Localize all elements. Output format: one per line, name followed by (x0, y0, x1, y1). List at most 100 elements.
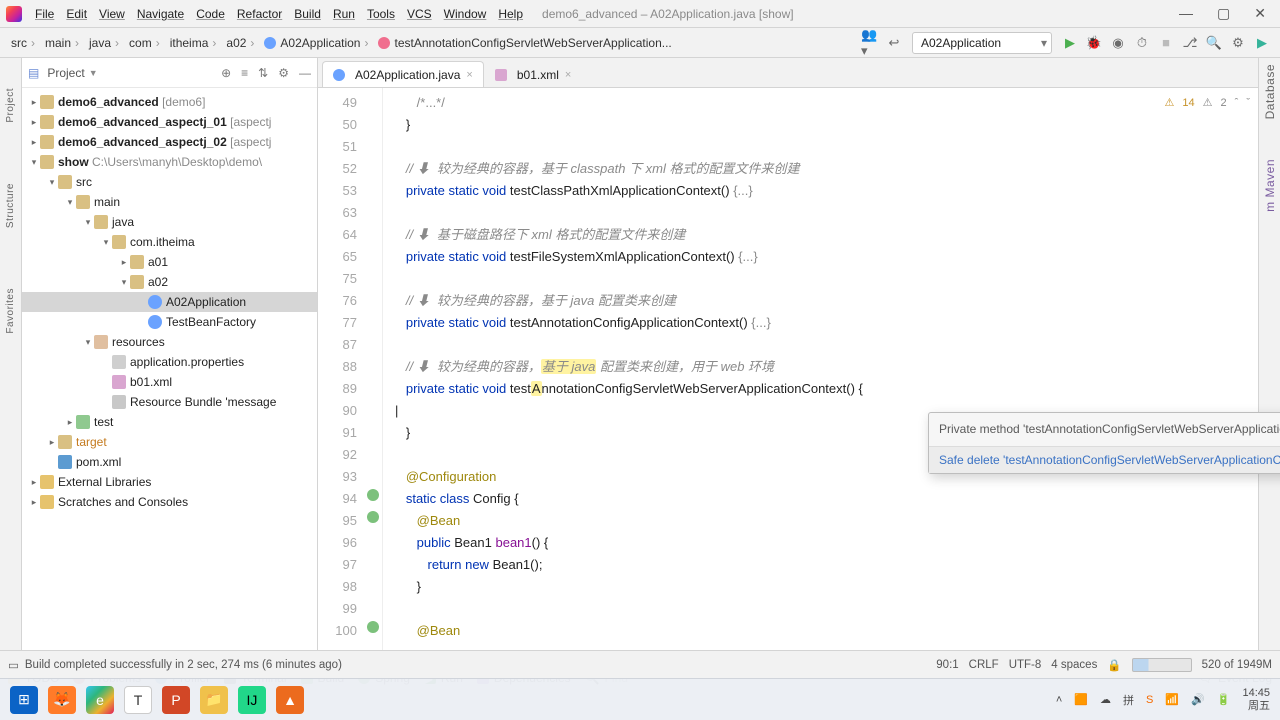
back-icon[interactable]: ↩ (885, 34, 903, 52)
locate-icon[interactable]: ⊕ (221, 66, 231, 80)
menu-help[interactable]: Help (493, 5, 528, 23)
prev-highlight-icon[interactable]: ˆ (1235, 97, 1239, 109)
coverage-icon[interactable]: ◉ (1109, 34, 1127, 52)
vlc-icon[interactable]: ▲ (276, 686, 304, 714)
line-separator[interactable]: CRLF (969, 659, 999, 671)
database-tool-icon[interactable]: Database (1263, 64, 1277, 119)
tree-item[interactable]: ▸target (22, 432, 317, 452)
tray-chevron-icon[interactable]: ˄ (1056, 694, 1062, 706)
menu-file[interactable]: File (30, 5, 59, 23)
menu-window[interactable]: Window (439, 5, 492, 23)
tray-ime-icon[interactable]: 拼 (1123, 692, 1134, 708)
close-tab-icon[interactable]: × (565, 69, 571, 81)
file-encoding[interactable]: UTF-8 (1009, 659, 1042, 671)
explorer-icon[interactable]: 📁 (200, 686, 228, 714)
tree-item[interactable]: Resource Bundle 'message (22, 392, 317, 412)
breadcrumb[interactable]: main (40, 35, 84, 51)
tree-item[interactable]: ▸demo6_advanced [demo6] (22, 92, 317, 112)
breadcrumb-class[interactable]: A02Application (259, 35, 373, 51)
tray-battery-icon[interactable]: 🔋 (1217, 693, 1231, 706)
menu-vcs[interactable]: VCS (402, 5, 437, 23)
tray-volume-icon[interactable]: 🔊 (1191, 693, 1205, 706)
stop-icon[interactable]: ■ (1157, 34, 1175, 52)
tree-item[interactable]: ▸demo6_advanced_aspectj_01 [aspectj (22, 112, 317, 132)
learn-icon[interactable]: ▶ (1253, 34, 1271, 52)
project-view-switcher[interactable]: ▼ (89, 68, 98, 78)
status-icon[interactable]: ▭ (8, 658, 19, 672)
tray-app-icon[interactable]: 🟧 (1074, 693, 1088, 706)
breadcrumb[interactable]: itheima (165, 35, 222, 51)
search-icon[interactable]: 🔍 (1205, 34, 1223, 52)
vcs-icon[interactable]: ⎇ (1181, 34, 1199, 52)
tree-item[interactable]: ▾a02 (22, 272, 317, 292)
tree-item[interactable]: A02Application (22, 292, 317, 312)
tree-item[interactable]: TestBeanFactory (22, 312, 317, 332)
memory-indicator[interactable] (1132, 658, 1192, 672)
project-tree[interactable]: ▸demo6_advanced [demo6] ▸demo6_advanced_… (22, 88, 317, 664)
tree-item[interactable]: ▸External Libraries (22, 472, 317, 492)
tree-item[interactable]: ▸test (22, 412, 317, 432)
tree-item[interactable]: ▸a01 (22, 252, 317, 272)
run-icon[interactable]: ▶ (1061, 34, 1079, 52)
caret-position[interactable]: 90:1 (936, 659, 958, 671)
tree-item[interactable]: ▸Scratches and Consoles (22, 492, 317, 512)
maximize-icon[interactable]: ▢ (1217, 5, 1230, 22)
settings-icon[interactable]: ⚙ (1229, 34, 1247, 52)
tree-item[interactable]: ▾resources (22, 332, 317, 352)
tree-item[interactable]: ▾com.itheima (22, 232, 317, 252)
inspection-widget[interactable]: ⚠14 ⚠2 ˆ ˇ (1165, 96, 1250, 109)
intellij-icon[interactable]: IJ (238, 686, 266, 714)
users-icon[interactable]: 👥▾ (861, 34, 879, 52)
menu-navigate[interactable]: Navigate (132, 5, 189, 23)
debug-icon[interactable]: 🐞 (1085, 34, 1103, 52)
close-tab-icon[interactable]: × (466, 69, 472, 81)
text-app-icon[interactable]: T (124, 686, 152, 714)
run-config-select[interactable]: A02Application (912, 32, 1052, 54)
menu-tools[interactable]: Tools (362, 5, 400, 23)
tree-item[interactable]: ▾main (22, 192, 317, 212)
edge-icon[interactable]: e (86, 686, 114, 714)
collapse-icon[interactable]: ⇅ (258, 66, 268, 80)
tree-item[interactable]: ▾java (22, 212, 317, 232)
breadcrumb[interactable]: src (6, 35, 40, 51)
firefox-icon[interactable]: 🦊 (48, 686, 76, 714)
tree-item[interactable]: b01.xml (22, 372, 317, 392)
menu-edit[interactable]: Edit (61, 5, 92, 23)
gear-icon[interactable]: ⚙ (278, 66, 289, 80)
structure-tool-button[interactable]: Structure (5, 183, 16, 228)
quick-fix-link[interactable]: Safe delete 'testAnnotationConfigServlet… (939, 453, 1280, 467)
breadcrumb[interactable]: java (84, 35, 124, 51)
menu-run[interactable]: Run (328, 5, 360, 23)
quick-fix-row[interactable]: Safe delete 'testAnnotationConfigServlet… (929, 446, 1280, 473)
indent-setting[interactable]: 4 spaces (1051, 659, 1097, 671)
start-icon[interactable]: ⊞ (10, 686, 38, 714)
readonly-icon[interactable]: 🔒 (1107, 658, 1121, 672)
code-editor[interactable]: 4950515253636465757677878889909192939495… (318, 88, 1258, 664)
menu-code[interactable]: Code (191, 5, 230, 23)
tray-onedrive-icon[interactable]: ☁ (1100, 693, 1111, 706)
project-panel-title[interactable]: Project (47, 66, 84, 80)
hide-icon[interactable]: — (299, 66, 311, 80)
editor-tab[interactable]: A02Application.java× (322, 61, 484, 87)
menu-refactor[interactable]: Refactor (232, 5, 287, 23)
powerpoint-icon[interactable]: P (162, 686, 190, 714)
profile-icon[interactable]: ⏱ (1133, 34, 1151, 52)
favorites-tool-button[interactable]: Favorites (5, 288, 16, 334)
editor-tab[interactable]: b01.xml× (484, 61, 582, 87)
close-icon[interactable]: ✕ (1254, 5, 1266, 22)
tree-item[interactable]: ▾src (22, 172, 317, 192)
next-highlight-icon[interactable]: ˇ (1246, 97, 1250, 109)
minimize-icon[interactable]: — (1179, 5, 1193, 22)
menu-build[interactable]: Build (289, 5, 326, 23)
expand-icon[interactable]: ≡ (241, 66, 248, 80)
tray-sogou-icon[interactable]: S (1146, 694, 1153, 706)
tray-wifi-icon[interactable]: 📶 (1165, 693, 1179, 706)
project-tool-button[interactable]: Project (5, 88, 16, 123)
breadcrumb[interactable]: com (124, 35, 165, 51)
maven-tool-icon[interactable]: m Maven (1263, 159, 1277, 212)
breadcrumb[interactable]: a02 (221, 35, 259, 51)
tree-item[interactable]: pom.xml (22, 452, 317, 472)
tree-item[interactable]: ▾show C:\Users\manyh\Desktop\demo\ (22, 152, 317, 172)
tree-item[interactable]: ▸demo6_advanced_aspectj_02 [aspectj (22, 132, 317, 152)
breadcrumb-method[interactable]: testAnnotationConfigServletWebServerAppl… (373, 35, 680, 51)
